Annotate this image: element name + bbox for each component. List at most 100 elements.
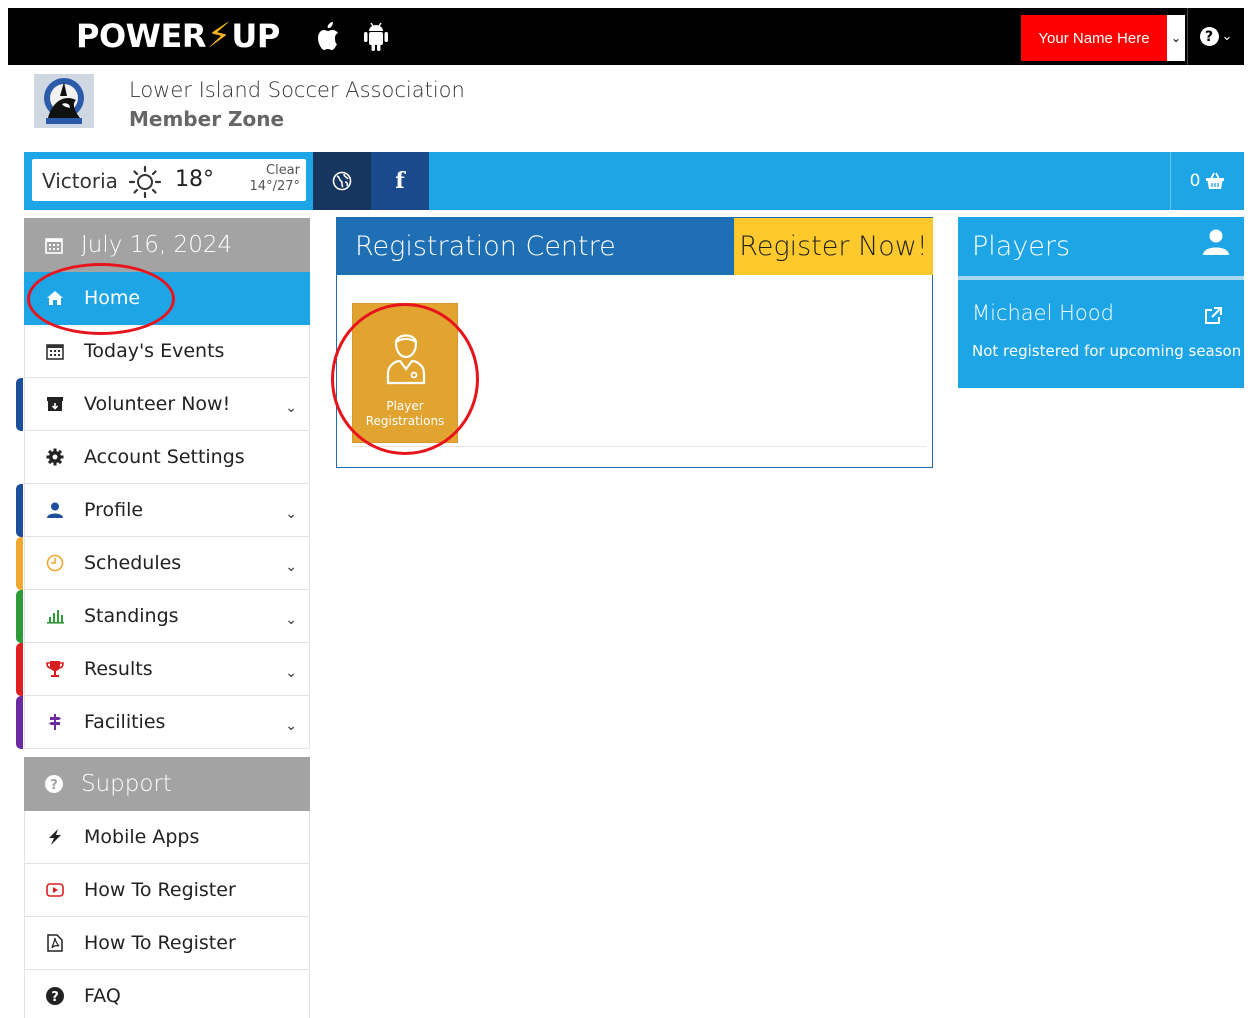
question-icon: ?	[43, 774, 65, 794]
sidebar-item-facilities[interactable]: Facilities ⌄	[16, 696, 310, 749]
sidebar-item-volunteer-now[interactable]: Volunteer Now! ⌄	[16, 378, 310, 431]
sidebar-date: July 16, 2024	[81, 232, 233, 258]
sidebar-item-label: Today's Events	[84, 340, 225, 362]
chevron-down-icon: ⌄	[285, 506, 297, 522]
basket-icon	[1206, 172, 1225, 189]
cart-count: 0	[1189, 171, 1201, 191]
tile-label-line2: Registrations	[365, 414, 445, 428]
weather-widget[interactable]: Victoria 18° Clear 14°/27°	[32, 159, 306, 201]
question-icon: ?	[44, 986, 66, 1006]
sidebar-item-faq[interactable]: ? FAQ	[24, 970, 310, 1018]
sidebar-item-how-to-register-pdf[interactable]: How To Register	[24, 917, 310, 970]
section-stripe	[16, 590, 23, 643]
facebook-button[interactable]: f	[371, 152, 429, 210]
sun-icon	[128, 165, 162, 199]
weather-condition-block: Clear 14°/27°	[250, 163, 300, 195]
sidebar-item-label: FAQ	[84, 985, 121, 1007]
chevron-down-icon: ⌄	[285, 665, 297, 681]
trophy-icon	[44, 660, 66, 678]
bolt-icon: ⚡	[206, 16, 231, 56]
sidebar-item-schedules[interactable]: Schedules ⌄	[16, 537, 310, 590]
sidebar-item-label: How To Register	[84, 879, 236, 901]
section-stripe	[16, 378, 23, 431]
organization-name: Lower Island Soccer Association	[129, 78, 465, 102]
archive-icon	[44, 396, 66, 412]
sidebar-item-label: Profile	[84, 499, 144, 521]
gear-icon	[44, 448, 66, 466]
sidebar-item-how-to-register-video[interactable]: How To Register	[24, 864, 310, 917]
brand-right: UP	[231, 17, 280, 55]
support-header: ? Support	[24, 757, 310, 811]
powerup-logo[interactable]: POWER ⚡ UP	[76, 16, 280, 56]
sidebar-item-results[interactable]: Results ⌄	[16, 643, 310, 696]
website-button[interactable]	[313, 152, 371, 210]
user-icon	[1203, 229, 1229, 255]
section-stripe	[16, 643, 23, 696]
bolt-icon	[44, 828, 66, 846]
chevron-down-icon: ⌄	[285, 718, 297, 734]
registration-centre-title: Registration Centre	[337, 218, 734, 275]
players-title: Players	[972, 231, 1071, 262]
sidebar-item-label: How To Register	[84, 932, 236, 954]
sidebar-item-label: Standings	[84, 605, 179, 627]
calendar-icon	[44, 342, 66, 360]
sidebar-item-label: Facilities	[84, 711, 166, 733]
player-name[interactable]: Michael Hood	[972, 301, 1114, 325]
tile-label-line1: Player	[386, 399, 424, 413]
register-now-button[interactable]: Register Now!	[734, 218, 933, 275]
sidebar-item-todays-events[interactable]: Today's Events	[24, 325, 310, 378]
user-menu-button[interactable]: Your Name Here	[1021, 15, 1167, 61]
players-header: Players	[958, 217, 1244, 280]
globe-icon	[332, 171, 352, 191]
weather-temperature: 18°	[175, 167, 214, 192]
tile-label: Player Registrations	[353, 399, 457, 429]
signpost-icon	[44, 713, 66, 731]
sidebar-date-header: July 16, 2024	[24, 218, 310, 272]
video-icon	[44, 882, 66, 898]
section-stripe	[16, 484, 23, 537]
registration-centre-panel: Registration Centre Register Now! Player…	[336, 217, 933, 468]
sidebar-item-home[interactable]: Home	[24, 272, 310, 325]
help-menu-button[interactable]: ? ⌄	[1187, 8, 1244, 65]
section-stripe	[16, 696, 23, 749]
help-caret: ⌄	[1221, 29, 1233, 44]
player-icon	[386, 334, 426, 385]
sidebar-item-standings[interactable]: Standings ⌄	[16, 590, 310, 643]
sidebar: July 16, 2024 Home Today's Events Volunt…	[16, 218, 310, 1018]
external-link-icon[interactable]	[1204, 307, 1222, 325]
chevron-down-icon: ⌄	[285, 612, 297, 628]
association-logo[interactable]	[34, 74, 94, 128]
sidebar-item-label: Schedules	[84, 552, 182, 574]
sidebar-item-mobile-apps[interactable]: Mobile Apps	[24, 811, 310, 864]
sidebar-item-label: Home	[84, 287, 141, 309]
sidebar-item-label: Mobile Apps	[84, 826, 200, 848]
user-menu-caret[interactable]: ⌄	[1167, 15, 1185, 61]
home-icon	[44, 290, 66, 306]
players-panel: Players Michael Hood Not registered for …	[958, 217, 1244, 388]
player-registration-status: Not registered for upcoming season	[972, 342, 1242, 360]
android-icon[interactable]	[361, 20, 391, 54]
sidebar-item-label: Volunteer Now!	[84, 393, 231, 415]
info-bar: Victoria 18° Clear 14°/27° f 0	[24, 152, 1244, 210]
weather-city: Victoria	[42, 169, 118, 193]
clock-icon	[44, 554, 66, 572]
svg-text:?: ?	[50, 778, 58, 793]
sidebar-item-profile[interactable]: Profile ⌄	[16, 484, 310, 537]
bar-chart-icon	[44, 608, 66, 624]
top-bar: POWER ⚡ UP Your Name Here ⌄ ? ⌄	[8, 8, 1244, 65]
chevron-down-icon: ⌄	[285, 559, 297, 575]
section-stripe	[16, 537, 23, 590]
divider	[352, 446, 926, 447]
weather-range: 14°/27°	[249, 179, 300, 194]
support-title: Support	[81, 771, 172, 797]
cart-button[interactable]: 0	[1170, 152, 1244, 210]
brand-left: POWER	[76, 17, 206, 55]
sidebar-item-label: Account Settings	[84, 446, 245, 468]
calendar-icon	[43, 236, 65, 254]
sidebar-item-account-settings[interactable]: Account Settings	[24, 431, 310, 484]
weather-condition: Clear	[266, 163, 300, 178]
facebook-icon: f	[395, 168, 405, 194]
help-icon: ?	[1199, 27, 1219, 46]
player-registrations-tile[interactable]: Player Registrations	[352, 303, 458, 443]
apple-icon[interactable]	[314, 20, 344, 54]
